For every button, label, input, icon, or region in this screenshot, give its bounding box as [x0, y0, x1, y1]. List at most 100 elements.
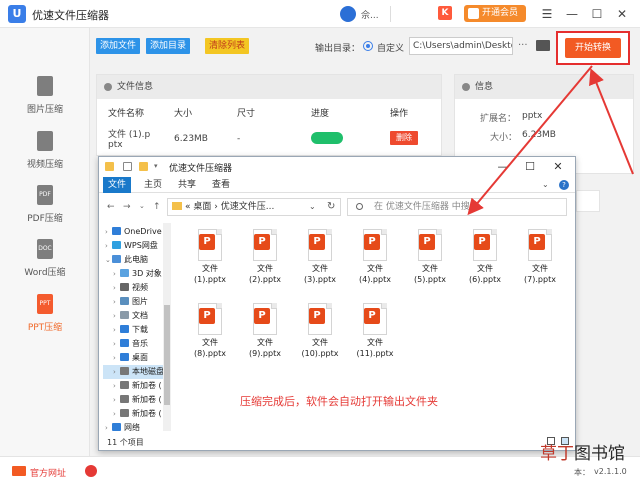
breadcrumb-desktop[interactable]: 桌面 — [193, 202, 211, 212]
refresh-icon[interactable]: ↻ — [327, 201, 335, 212]
chevron-icon[interactable]: › — [113, 309, 120, 323]
custom-radio[interactable] — [363, 41, 373, 51]
tree-item[interactable]: › 下载 — [103, 323, 163, 337]
file-item[interactable]: P 文件 (8).pptx — [185, 303, 235, 365]
expand-ribbon-icon[interactable]: ⌄ — [542, 180, 549, 189]
chevron-icon[interactable]: › — [113, 281, 120, 295]
tree-item[interactable]: › 图片 — [103, 295, 163, 309]
up-arrow-icon[interactable]: ↑ — [153, 202, 161, 212]
tree-item[interactable]: ⌄ 此电脑 — [103, 253, 163, 267]
chevron-icon[interactable]: › — [113, 337, 120, 351]
tab-view[interactable]: 查看 — [207, 177, 235, 193]
new-folder-icon[interactable] — [139, 162, 148, 171]
output-path-input[interactable]: C:\Users\admin\Deskto — [409, 37, 513, 55]
file-label-line2: (2).pptx — [249, 275, 281, 284]
open-folder-icon[interactable] — [536, 40, 550, 51]
chevron-icon[interactable]: › — [113, 393, 120, 407]
pptx-file-icon: P — [363, 229, 387, 261]
chevron-icon[interactable]: › — [105, 239, 112, 253]
page-fold — [216, 229, 222, 235]
powerpoint-badge-icon: P — [364, 234, 380, 250]
tree-item[interactable]: › 3D 对象 — [103, 267, 163, 281]
tree-scrollbar[interactable] — [163, 223, 171, 431]
add-file-button[interactable]: 添加文件 — [96, 38, 141, 54]
chevron-icon[interactable]: › — [113, 295, 120, 309]
chevron-icon[interactable]: › — [113, 323, 120, 337]
powerpoint-badge-icon: P — [254, 308, 270, 324]
explorer-close-button[interactable]: ✕ — [549, 159, 567, 175]
scroll-thumb[interactable] — [164, 305, 170, 405]
close-button[interactable]: ✕ — [613, 5, 631, 23]
add-directory-button[interactable]: 添加目录 — [146, 38, 191, 54]
support-icon[interactable] — [85, 465, 97, 477]
official-site-link[interactable]: 官方网址 — [30, 466, 66, 479]
chevron-icon[interactable]: › — [105, 225, 112, 239]
tab-home[interactable]: 主页 — [139, 177, 167, 193]
file-item[interactable]: P 文件 (5).pptx — [405, 229, 455, 291]
onedrive-icon — [112, 227, 121, 235]
tree-item[interactable]: › 音乐 — [103, 337, 163, 351]
recent-chevron-icon[interactable]: ⌄ — [139, 202, 145, 210]
forward-arrow-icon[interactable]: → — [123, 202, 131, 212]
browse-more-icon[interactable]: ··· — [518, 40, 528, 51]
pptx-file-icon: P — [473, 229, 497, 261]
chevron-icon[interactable]: › — [113, 407, 120, 421]
properties-icon[interactable] — [123, 162, 132, 171]
tree-item[interactable]: › WPS网盘 — [103, 239, 163, 253]
account-avatar-icon[interactable] — [340, 6, 356, 22]
chevron-icon[interactable]: › — [113, 379, 120, 393]
file-item[interactable]: P 文件 (1).pptx — [185, 229, 235, 291]
start-convert-button[interactable]: 开始转换 — [565, 38, 621, 58]
file-label-line2: (7).pptx — [524, 275, 556, 284]
file-item[interactable]: P 文件 (3).pptx — [295, 229, 345, 291]
tree-item[interactable]: › OneDrive — [103, 225, 163, 239]
sidebar-item-ppt[interactable]: PPT PPT压缩 — [0, 294, 90, 344]
file-item[interactable]: P 文件 (2).pptx — [240, 229, 290, 291]
vip-button[interactable]: 开通会员 — [464, 5, 526, 22]
tree-item[interactable]: › 新加卷 ( — [103, 393, 163, 407]
menu-icon[interactable]: ☰ — [538, 5, 556, 23]
search-input[interactable]: 在 优速文件压缩器 中搜索 — [347, 198, 567, 216]
sidebar-item-pdf[interactable]: PDF PDF压缩 — [0, 185, 90, 235]
tab-file[interactable]: 文件 — [103, 177, 132, 193]
tree-item[interactable]: › 本地磁盘 — [103, 365, 164, 379]
maximize-button[interactable]: ☐ — [588, 5, 606, 23]
file-item[interactable]: P 文件 (11).pptx — [350, 303, 400, 365]
panel-dropdown[interactable] — [576, 190, 600, 212]
sidebar-item-word[interactable]: DOC Word压缩 — [0, 239, 90, 289]
chevron-icon[interactable]: ⌄ — [105, 253, 112, 267]
custom-radio-label[interactable]: 自定义 — [377, 41, 404, 54]
tree-item[interactable]: › 桌面 — [103, 351, 163, 365]
minimize-button[interactable]: — — [563, 5, 581, 23]
address-dropdown-icon[interactable]: ⌄ — [309, 202, 316, 211]
chevron-icon[interactable]: › — [105, 421, 112, 433]
tree-item[interactable]: › 网络 — [103, 421, 163, 433]
tab-share[interactable]: 共享 — [173, 177, 201, 193]
k-icon[interactable]: K — [438, 6, 452, 20]
help-icon[interactable]: ? — [559, 180, 569, 190]
file-item[interactable]: P 文件 (4).pptx — [350, 229, 400, 291]
explorer-minimize-button[interactable]: — — [494, 159, 512, 175]
file-item[interactable]: P 文件 (9).pptx — [240, 303, 290, 365]
file-item[interactable]: P 文件 (7).pptx — [515, 229, 565, 291]
explorer-maximize-button[interactable]: ☐ — [521, 159, 539, 175]
delete-button[interactable]: 删除 — [390, 131, 418, 145]
clear-list-button[interactable]: 清除列表 — [205, 38, 250, 54]
customize-arrow-icon[interactable]: ▾ — [154, 162, 163, 171]
chevron-icon[interactable]: › — [113, 365, 120, 379]
tree-item[interactable]: › 新加卷 ( — [103, 379, 163, 393]
account-name[interactable]: 佘... — [361, 8, 379, 21]
file-item[interactable]: P 文件 (10).pptx — [295, 303, 345, 365]
back-arrow-icon[interactable]: ← — [107, 202, 115, 212]
sidebar-item-image[interactable]: 图片压缩 — [0, 76, 90, 126]
sidebar-item-video[interactable]: 视频压缩 — [0, 131, 90, 181]
file-item[interactable]: P 文件 (6).pptx — [460, 229, 510, 291]
tree-item[interactable]: › 文档 — [103, 309, 163, 323]
chevron-icon[interactable]: › — [113, 267, 120, 281]
chevron-icon[interactable]: › — [113, 351, 120, 365]
tree-item[interactable]: › 新加卷 ( — [103, 407, 163, 421]
tree-item[interactable]: › 视频 — [103, 281, 163, 295]
col-dimension: 尺寸 — [237, 109, 256, 119]
breadcrumb-folder[interactable]: 优速文件压... — [221, 202, 275, 212]
folder-icon — [105, 162, 114, 171]
